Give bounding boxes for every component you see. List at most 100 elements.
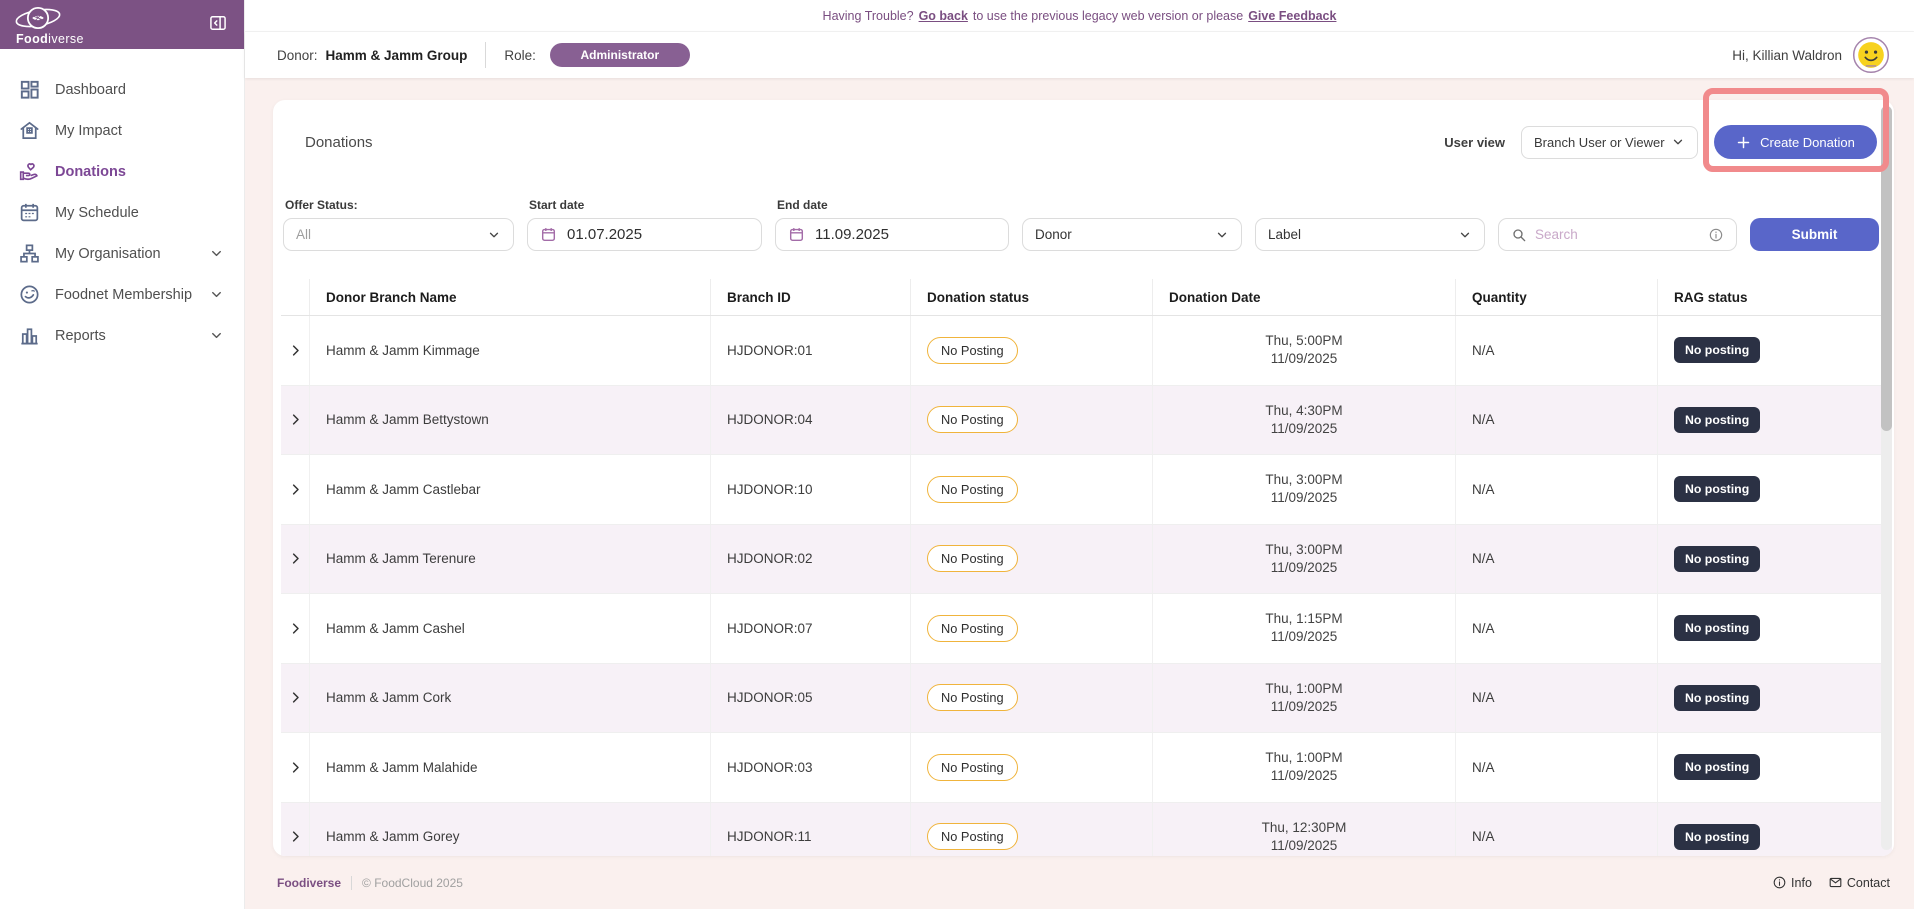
start-date-label: Start date — [529, 198, 762, 212]
scrollbar-track[interactable] — [1881, 106, 1892, 850]
column-header-donation-status: Donation status — [910, 279, 1152, 315]
donation-date-time: Thu, 1:15PM — [1265, 610, 1342, 628]
user-view-value: Branch User or Viewer — [1534, 135, 1665, 150]
quantity-value: N/A — [1472, 621, 1495, 636]
label-select[interactable]: Label — [1255, 218, 1485, 251]
sidebar-item-my-organisation[interactable]: My Organisation — [0, 233, 244, 274]
sidebar-item-label: My Schedule — [55, 205, 224, 221]
branch-name-cell: Hamm & Jamm Bettystown — [309, 386, 710, 455]
sidebar-item-reports[interactable]: Reports — [0, 315, 244, 356]
user-area: Hi, Killian Waldron — [1732, 36, 1890, 74]
chevron-right-icon[interactable] — [288, 829, 303, 844]
create-donation-button[interactable]: Create Donation — [1714, 125, 1877, 159]
sidebar-item-my-schedule[interactable]: My Schedule — [0, 192, 244, 233]
donation-date-cell: Thu, 5:00PM11/09/2025 — [1152, 316, 1455, 385]
donation-status-cell: No Posting — [910, 733, 1152, 802]
donations-table: Donor Branch NameBranch IDDonation statu… — [281, 279, 1892, 856]
donation-status-cell: No Posting — [910, 386, 1152, 455]
chevron-down-icon — [209, 328, 224, 343]
quantity-value: N/A — [1472, 760, 1495, 775]
donor-label: Donor: — [277, 48, 318, 63]
rag-status-badge: No posting — [1674, 476, 1760, 502]
search-input[interactable] — [1535, 227, 1700, 242]
main-content: Donations User view Branch User or Viewe… — [245, 78, 1914, 856]
end-date-label: End date — [777, 198, 1009, 212]
donation-date-time: Thu, 5:00PM — [1265, 332, 1342, 350]
branch-id-cell: HJDONOR:11 — [710, 803, 910, 857]
start-date-input[interactable]: 01.07.2025 — [527, 218, 762, 251]
donation-status-cell: No Posting — [910, 803, 1152, 857]
quantity-cell: N/A — [1455, 803, 1657, 857]
chevron-right-icon[interactable] — [288, 343, 303, 358]
sidebar-item-label: Foodnet Membership — [55, 287, 209, 303]
branch-name: Hamm & Jamm Castlebar — [326, 482, 481, 497]
rag-status-badge: No posting — [1674, 337, 1760, 363]
chevron-right-icon[interactable] — [288, 690, 303, 705]
donor-select[interactable]: Donor — [1022, 218, 1242, 251]
donation-date-cell: Thu, 3:00PM11/09/2025 — [1152, 455, 1455, 524]
contact-link[interactable]: Contact — [1828, 875, 1890, 890]
chevron-down-icon — [1215, 228, 1229, 242]
branch-name-cell: Hamm & Jamm Cashel — [309, 594, 710, 663]
app: Foodiverse DashboardMy ImpactDonations My… — [0, 0, 1914, 909]
end-date-input[interactable]: 11.09.2025 — [775, 218, 1009, 251]
table-row: Hamm & Jamm Cashel HJDONOR:07 No Posting Th… — [281, 594, 1892, 664]
quantity-value: N/A — [1472, 829, 1495, 844]
sidebar-nav: DashboardMy ImpactDonations My Schedule My… — [0, 49, 244, 356]
donation-date-date: 11/09/2025 — [1271, 489, 1338, 507]
go-back-link[interactable]: Go back — [919, 9, 968, 23]
chevron-right-icon[interactable] — [288, 621, 303, 636]
offer-status-select[interactable]: All — [283, 218, 514, 251]
donation-date-cell: Thu, 12:30PM11/09/2025 — [1152, 803, 1455, 857]
table-header: Donor Branch NameBranch IDDonation statu… — [281, 279, 1892, 316]
user-view-select[interactable]: Branch User or Viewer — [1521, 126, 1698, 159]
donation-date-time: Thu, 4:30PM — [1265, 402, 1342, 420]
quantity-cell: N/A — [1455, 525, 1657, 594]
footer: Foodiverse © FoodCloud 2025 Info Contact — [245, 856, 1914, 909]
envelope-icon — [1828, 875, 1843, 890]
sidebar-item-dashboard[interactable]: Dashboard — [0, 69, 244, 110]
info-link[interactable]: Info — [1772, 875, 1812, 890]
collapse-panel-icon[interactable] — [208, 13, 228, 33]
sidebar-item-donations[interactable]: Donations — [0, 151, 244, 192]
footer-links: Info Contact — [1772, 875, 1890, 890]
submit-button[interactable]: Submit — [1750, 218, 1879, 251]
branch-id: HJDONOR:11 — [727, 829, 812, 844]
scrollbar-thumb[interactable] — [1881, 106, 1892, 431]
offer-status-label: Offer Status: — [285, 198, 514, 212]
info-icon — [1708, 227, 1724, 243]
donation-date-time: Thu, 3:00PM — [1265, 541, 1342, 559]
card-header-controls: User view Branch User or Viewer Create D… — [1444, 125, 1877, 159]
branch-id: HJDONOR:01 — [727, 343, 813, 358]
chevron-right-icon[interactable] — [288, 412, 303, 427]
chevron-right-icon[interactable] — [288, 551, 303, 566]
donation-status-cell: No Posting — [910, 525, 1152, 594]
chevron-right-icon[interactable] — [288, 482, 303, 497]
rag-status-badge: No posting — [1674, 407, 1760, 433]
smiley-avatar-icon[interactable] — [1852, 36, 1890, 74]
donation-date-date: 11/09/2025 — [1271, 628, 1338, 646]
quantity-value: N/A — [1472, 482, 1495, 497]
sidebar-item-foodnet-membership[interactable]: Foodnet Membership — [0, 274, 244, 315]
donation-status-badge: No Posting — [927, 615, 1018, 642]
donation-date-cell: Thu, 1:00PM11/09/2025 — [1152, 664, 1455, 733]
quantity-cell: N/A — [1455, 664, 1657, 733]
offer-status-filter: Offer Status: All — [283, 198, 514, 251]
schedule-calendar-icon — [18, 201, 41, 224]
donation-status-badge: No Posting — [927, 684, 1018, 711]
give-feedback-link[interactable]: Give Feedback — [1248, 9, 1336, 23]
branch-id: HJDONOR:02 — [727, 551, 813, 566]
dashboard-grid-icon — [18, 78, 41, 101]
chevron-down-icon — [209, 246, 224, 261]
branch-name: Hamm & Jamm Cashel — [326, 621, 465, 636]
chevron-right-icon[interactable] — [288, 760, 303, 775]
branch-id-cell: HJDONOR:03 — [710, 733, 910, 802]
column-header-quantity: Quantity — [1455, 279, 1657, 315]
branch-id: HJDONOR:07 — [727, 621, 813, 636]
footer-brand: Foodiverse — [277, 876, 341, 890]
sidebar-item-my-impact[interactable]: My Impact — [0, 110, 244, 151]
quantity-value: N/A — [1472, 412, 1495, 427]
donation-status-badge: No Posting — [927, 823, 1018, 850]
quantity-value: N/A — [1472, 690, 1495, 705]
expand-cell — [281, 525, 309, 594]
